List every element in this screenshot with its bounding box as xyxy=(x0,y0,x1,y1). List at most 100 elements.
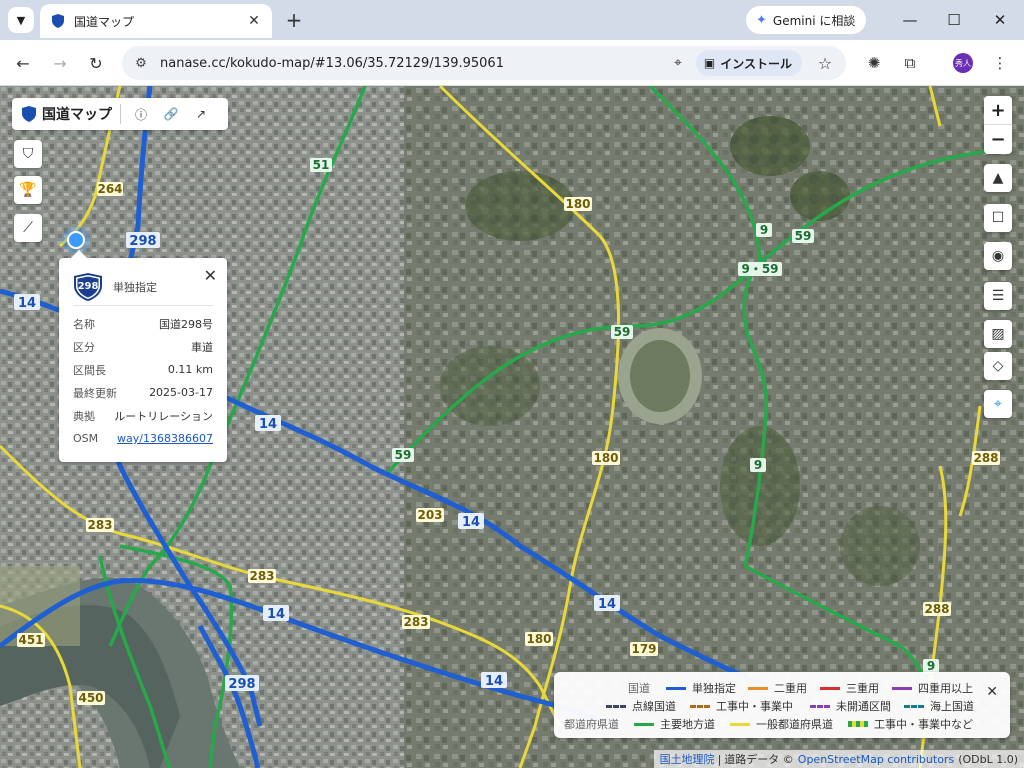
map-canvas[interactable]: 264 51 180 9 59 9・59 298 14 59 14 59 180… xyxy=(0,86,1024,768)
divider xyxy=(120,104,121,124)
svg-text:14: 14 xyxy=(485,674,503,689)
popup-row-value: 0.11 km xyxy=(167,363,213,376)
popup-type: 単独指定 xyxy=(113,280,157,294)
legend-main-local: 主要地方道 xyxy=(634,716,715,732)
bookmark-star-icon[interactable]: ☆ xyxy=(812,50,838,76)
osm-way-link[interactable]: way/1368386607 xyxy=(117,432,213,445)
tab-active[interactable]: 国道マップ ✕ xyxy=(40,4,272,38)
route-label-r9-59: 9・59 xyxy=(738,262,782,276)
extensions-puzzle-icon[interactable]: ⧉ xyxy=(898,51,922,75)
svg-text:180: 180 xyxy=(526,632,551,646)
gsi-link[interactable]: 国土地理院 xyxy=(660,751,715,767)
tab-title: 国道マップ xyxy=(74,14,135,29)
maximize-button[interactable]: ☐ xyxy=(942,8,966,32)
sliders-icon: ☰ xyxy=(991,288,1005,304)
install-app-button[interactable]: ▣ インストール xyxy=(695,50,802,76)
map-legend: 国道 単独指定 二重用 三重用 四重用以上 ✕ 点線国道 工事中・事業中 未開通… xyxy=(554,672,1010,738)
svg-text:14: 14 xyxy=(18,296,36,311)
zoom-in-button[interactable]: + xyxy=(984,96,1012,125)
route-measure-button[interactable]: ⟋ xyxy=(14,214,42,242)
popup-rows: 名称 国道298号 区分 車道 区間長 0.11 km 最終更新 2025-03-17 典拠 ルー… xyxy=(73,312,213,427)
route-label-r9c: 9 xyxy=(923,659,939,673)
url-text[interactable]: nanase.cc/kokudo-map/#13.06/35.72129/139… xyxy=(160,56,666,71)
route-shield-icon: 298 xyxy=(74,272,102,301)
feature-popup: 298 単独指定 ✕ 名称 国道298号 区分 車道 区間長 0.11 km 最終更新 202… xyxy=(59,250,227,462)
image-icon: ▨ xyxy=(991,326,1005,342)
route-label-r283b: 283 xyxy=(248,569,276,583)
address-bar[interactable]: ⚙ nanase.cc/kokudo-map/#13.06/35.72129/1… xyxy=(122,46,846,80)
zoom-out-button[interactable]: − xyxy=(984,125,1012,154)
filter-button[interactable]: ⛉ xyxy=(14,140,42,168)
visibility-button[interactable]: ◉ xyxy=(984,242,1012,270)
osm-attribution-link[interactable]: OpenStreetMap contributors xyxy=(798,753,954,766)
route-label-r59a: 59 xyxy=(792,229,814,243)
settings-sliders-button[interactable]: ☰ xyxy=(984,282,1012,310)
popup-row: 典拠 ルートリレーション xyxy=(73,404,213,427)
legend-prefectural-label: 都道府県道 xyxy=(564,718,619,731)
profile-avatar[interactable]: 秀人 xyxy=(953,53,973,73)
openai-extension-icon[interactable]: ✺ xyxy=(862,51,886,75)
legend-close-icon[interactable]: ✕ xyxy=(986,684,998,700)
legend-national-label: 国道 xyxy=(628,682,650,695)
trophy-button[interactable]: 🏆 xyxy=(14,176,42,204)
svg-text:288: 288 xyxy=(973,451,998,465)
popup-row: 区分 車道 xyxy=(73,335,213,358)
legend-swatch xyxy=(666,686,686,690)
gemini-button[interactable]: ✦ Gemini に相談 xyxy=(746,6,866,34)
minimize-button[interactable]: — xyxy=(898,8,922,32)
legend-general-pref: 一般都道府県道 xyxy=(730,716,833,732)
legend-construction: 工事中・事業中 xyxy=(690,698,793,714)
popup-close-icon[interactable]: ✕ xyxy=(204,266,217,285)
link-icon[interactable]: 🔗 xyxy=(159,102,183,126)
legend-quad: 四重用以上 xyxy=(892,680,973,696)
legend-triple: 三重用 xyxy=(820,680,879,696)
info-icon[interactable]: ⓘ xyxy=(129,102,153,126)
svg-text:179: 179 xyxy=(631,642,656,656)
legend-swatch xyxy=(730,722,750,726)
close-window-button[interactable]: ✕ xyxy=(988,8,1012,32)
svg-text:451: 451 xyxy=(18,633,43,647)
square-button[interactable]: ☐ xyxy=(984,204,1012,232)
legend-swatch xyxy=(820,686,840,690)
shield-logo-icon xyxy=(22,106,36,122)
svg-text:450: 450 xyxy=(78,691,103,705)
route-label-r180b: 180 xyxy=(592,451,620,465)
legend-swatch xyxy=(748,686,768,690)
svg-text:9・59: 9・59 xyxy=(741,262,778,276)
geolocate-button[interactable]: ⌖ xyxy=(984,390,1012,418)
route-label-r288b: 288 xyxy=(923,602,951,616)
forward-button[interactable]: → xyxy=(47,50,73,76)
crosshair-icon: ⌖ xyxy=(994,396,1002,412)
reload-button[interactable]: ↻ xyxy=(83,50,109,76)
popup-row-value: 車道 xyxy=(191,340,213,354)
legend-swatch xyxy=(810,704,830,708)
shield-favicon-icon xyxy=(52,14,64,28)
legend-swatch xyxy=(634,722,654,726)
zoom-control: + − xyxy=(984,96,1012,154)
legend-double: 二重用 xyxy=(748,680,807,696)
site-settings-icon[interactable]: ⚙ xyxy=(128,50,154,76)
image-layer-button[interactable]: ▨ xyxy=(984,320,1012,348)
legend-swatch xyxy=(848,721,868,727)
tab-close-icon[interactable]: ✕ xyxy=(244,11,264,31)
route-label-r14e: 14 xyxy=(263,605,289,622)
browser-menu-icon[interactable]: ⋮ xyxy=(988,51,1012,75)
install-label: インストール xyxy=(720,56,792,71)
gemini-sparkle-icon: ✦ xyxy=(756,12,767,28)
water-drop-icon: ◇ xyxy=(992,358,1004,374)
tab-search-button[interactable]: ▼ xyxy=(8,7,34,33)
gemini-label: Gemini に相談 xyxy=(772,13,856,28)
new-tab-button[interactable]: + xyxy=(282,8,306,32)
back-button[interactable]: ← xyxy=(10,50,36,76)
svg-text:51: 51 xyxy=(313,158,330,172)
square-icon: ☐ xyxy=(991,210,1005,226)
external-link-icon[interactable]: ↗ xyxy=(189,102,213,126)
compass-button[interactable]: ▲ xyxy=(984,164,1012,192)
legend-swatch xyxy=(892,686,912,690)
svg-text:298: 298 xyxy=(129,234,156,249)
route-label-r180a: 180 xyxy=(564,197,592,211)
route-label-r283c: 283 xyxy=(402,615,430,629)
water-drop-button[interactable]: ◇ xyxy=(984,352,1012,380)
svg-text:14: 14 xyxy=(462,515,480,530)
location-pin-icon[interactable]: ⌖ xyxy=(666,51,690,75)
